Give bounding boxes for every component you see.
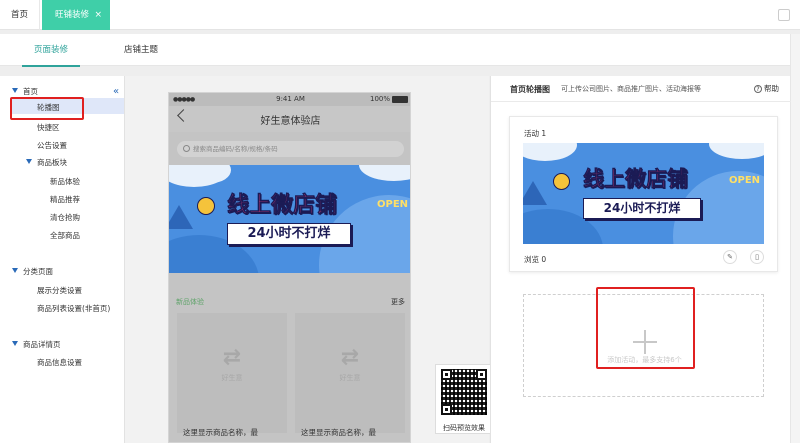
- banner-title: 线上微店铺: [227, 193, 338, 219]
- battery-percent: 100%: [369, 95, 390, 103]
- help-link[interactable]: ? 帮助: [754, 83, 779, 94]
- tree-node-label: 分类页面: [23, 267, 53, 276]
- qr-label: 扫码预览效果: [443, 424, 485, 432]
- tree-item-picks[interactable]: 精品推荐: [50, 194, 80, 205]
- tab-home[interactable]: 首页: [0, 0, 40, 30]
- panel-title: 首页轮播图: [510, 85, 550, 94]
- tree-item-list-settings[interactable]: 商品列表设置(非首页): [37, 303, 110, 314]
- tree-node-label: 首页: [23, 87, 38, 96]
- delete-icon[interactable]: ▯: [750, 250, 764, 264]
- caret-down-icon: [12, 341, 18, 346]
- activity-title: 活动 1: [524, 129, 547, 138]
- activity-card: 活动 1 线上微店铺 24小时不打烊 OPEN 浏览 0 ✎ ▯: [509, 116, 778, 272]
- panel-hint: 可上传公司图片、商品推广图片、活动海报等: [561, 85, 701, 93]
- qr-corner: [441, 404, 452, 415]
- store-title: 好生意体验店: [260, 116, 321, 127]
- panel-header: 首页轮播图 可上传公司图片、商品推广图片、活动海报等 ? 帮助: [491, 76, 791, 102]
- tree-item-all-products[interactable]: 全部商品: [50, 230, 80, 241]
- search-icon: [183, 145, 190, 152]
- tab-shop-decoration-label: 旺铺装修: [55, 10, 90, 20]
- banner-open-tag: OPEN: [729, 175, 761, 186]
- edit-icon[interactable]: ✎: [723, 250, 737, 264]
- more-link: 更多: [391, 298, 405, 306]
- banner-triangle: [169, 205, 193, 229]
- tab-shop-decoration[interactable]: 旺铺装修 ×: [42, 0, 110, 30]
- product-placeholder-icon: ⇄: [222, 345, 242, 370]
- phone-search-bar: 搜索商品编码/名称/规格/条码: [177, 141, 404, 157]
- clock-icon: [553, 173, 570, 190]
- tree-item-show-category[interactable]: 展示分类设置: [37, 285, 82, 296]
- banner-cloud: [709, 143, 764, 159]
- banner-subtitle: 24小时不打烊: [583, 198, 701, 219]
- tab-shop-theme[interactable]: 店铺主题: [124, 34, 158, 66]
- product-name: 这里显示商品名称，最: [183, 428, 258, 437]
- sub-navigation: 页面装修 店铺主题: [0, 34, 790, 67]
- close-icon[interactable]: ×: [94, 0, 102, 30]
- phone-carousel-banner[interactable]: 线上微店铺 24小时不打烊 OPEN: [169, 165, 410, 273]
- tree-node-label: 商品详情页: [23, 340, 61, 349]
- page-scrollbar[interactable]: [790, 34, 800, 443]
- qr-code: [441, 369, 487, 415]
- tree-node-detail-page[interactable]: 商品详情页: [12, 339, 61, 350]
- banner-open-tag: OPEN: [377, 199, 409, 210]
- product-placeholder-label: 好生意: [339, 374, 361, 382]
- tree-item-notice[interactable]: 公告设置: [37, 140, 67, 151]
- phone-status-bar: ●●●●● 9:41 AM 100%: [169, 93, 410, 106]
- help-label: 帮助: [764, 84, 779, 93]
- caret-down-icon: [26, 159, 32, 164]
- section-title: 新品体验: [176, 298, 204, 306]
- tree-node-home[interactable]: 首页: [12, 86, 38, 97]
- collapse-panel-icon[interactable]: «: [113, 86, 119, 97]
- tab-page-decoration[interactable]: 页面装修: [22, 34, 81, 67]
- phone-nav-bar: 好生意体验店: [169, 106, 410, 132]
- banner-cloud: [359, 165, 410, 181]
- tree-item-new-experience[interactable]: 新品体验: [50, 176, 80, 187]
- highlight-box-add: [596, 287, 695, 369]
- tree-item-info-settings[interactable]: 商品信息设置: [37, 357, 82, 368]
- views-count: 浏览 0: [524, 255, 547, 264]
- active-tab-underline: [22, 65, 81, 67]
- qr-corner: [441, 369, 452, 380]
- banner-subtitle: 24小时不打烊: [227, 223, 351, 245]
- phone-preview: ●●●●● 9:41 AM 100% 好生意体验店 搜索商品编码/名称/规格/条…: [168, 92, 411, 443]
- new-products-header: 新品体验 更多: [169, 295, 410, 311]
- product-name: 这里显示商品名称，最: [301, 428, 376, 437]
- caret-down-icon: [12, 268, 18, 273]
- top-tab-bar: 首页 旺铺装修 ×: [0, 0, 800, 30]
- qr-corner: [476, 369, 487, 380]
- activity-banner-image[interactable]: 线上微店铺 24小时不打烊 OPEN: [523, 143, 764, 244]
- window-control-icon[interactable]: [778, 9, 790, 21]
- product-card: ⇄ 好生意: [177, 313, 287, 433]
- tree-node-product-section[interactable]: 商品板块: [26, 157, 67, 168]
- tree-node-label: 商品板块: [37, 158, 67, 167]
- tree-node-category-page[interactable]: 分类页面: [12, 266, 53, 277]
- product-placeholder-label: 好生意: [221, 374, 243, 382]
- highlight-box-carousel: [10, 97, 84, 120]
- caret-down-icon: [12, 88, 18, 93]
- product-card: ⇄ 好生意: [295, 313, 405, 433]
- qr-preview: 扫码预览效果: [435, 364, 491, 434]
- clock-icon: [197, 197, 215, 215]
- banner-title: 线上微店铺: [583, 167, 689, 192]
- tree-item-quick-area[interactable]: 快捷区: [37, 122, 60, 133]
- battery-icon: [392, 96, 408, 103]
- banner-triangle: [523, 181, 547, 205]
- tree-item-clearance[interactable]: 清仓抢购: [50, 212, 80, 223]
- component-tree: [0, 76, 124, 443]
- tab-page-decoration-label: 页面装修: [34, 45, 69, 55]
- product-placeholder-icon: ⇄: [340, 345, 360, 370]
- banner-cloud: [523, 143, 577, 161]
- help-icon: ?: [754, 85, 762, 93]
- search-placeholder: 搜索商品编码/名称/规格/条码: [193, 145, 278, 153]
